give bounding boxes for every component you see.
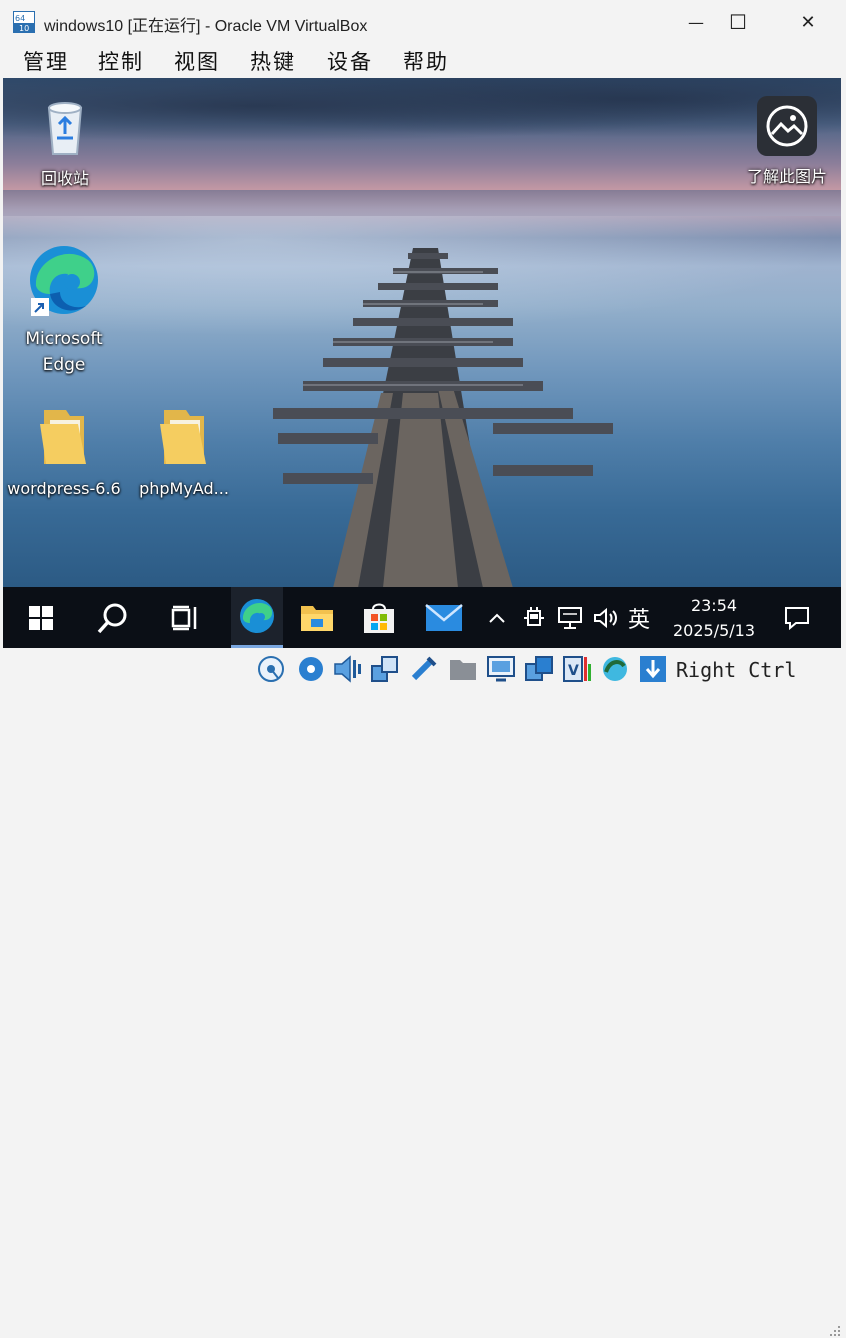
clock-time: 23:54 [690, 596, 738, 615]
search-button[interactable] [89, 587, 137, 648]
taskbar: 英 23:54 2025/5/13 [3, 587, 841, 648]
power-plug-icon [524, 606, 544, 626]
close-button[interactable]: ✕ [778, 0, 838, 44]
notification-center-button[interactable] [777, 587, 817, 648]
speaker-icon [594, 607, 617, 628]
maximize-button[interactable]: ☐ [708, 0, 768, 44]
folder-icon [40, 410, 86, 464]
notification-icon [785, 606, 809, 630]
chevron-up-icon [489, 613, 505, 623]
usb-icon[interactable] [408, 654, 438, 684]
store-icon [364, 603, 394, 633]
edge-icon [240, 599, 274, 633]
menu-control[interactable]: 控制 [98, 46, 144, 76]
wallpaper-pier [273, 248, 613, 588]
taskbar-store-button[interactable] [355, 587, 403, 648]
tray-network-button[interactable] [555, 587, 585, 648]
audio-icon[interactable] [332, 654, 362, 684]
resize-grip-icon[interactable] [826, 1322, 842, 1338]
cpu-activity-icon[interactable]: V [562, 654, 592, 684]
menu-help[interactable]: 帮助 [403, 46, 449, 76]
show-hidden-icons-button[interactable] [483, 587, 511, 648]
host-key-label: Right Ctrl [676, 658, 797, 682]
optical-drive-icon[interactable] [296, 654, 326, 684]
tray-volume-button[interactable] [591, 587, 621, 648]
desktop-icon-label: phpMyAd... [139, 479, 229, 498]
keyboard-capture-icon[interactable] [638, 654, 668, 684]
taskbar-mail-button[interactable] [419, 587, 469, 648]
wallpaper-clouds [3, 78, 841, 148]
desktop-icon-phpmyadmin-folder[interactable]: phpMyAd... [129, 406, 239, 502]
file-explorer-icon [301, 605, 333, 631]
window-title: windows10 [正在运行] - Oracle VM VirtualBox [44, 18, 368, 35]
guest-additions-icon[interactable] [600, 654, 630, 684]
desktop-icon-recycle-bin[interactable]: 回收站 [23, 94, 107, 192]
display-icon[interactable] [486, 654, 516, 684]
hard-disk-icon[interactable] [256, 654, 286, 684]
clock-date: 2025/5/13 [672, 621, 756, 640]
taskbar-file-explorer-button[interactable] [293, 587, 341, 648]
tray-power-button[interactable] [519, 587, 549, 648]
vm-display[interactable]: 回收站 了解此图片 Microsoft Edge wordpress-6.6 p… [3, 78, 841, 648]
tray-ime-indicator[interactable]: 英 [623, 587, 655, 648]
menubar: 管理 控制 视图 热键 设备 帮助 [0, 44, 846, 78]
menu-devices[interactable]: 设备 [327, 46, 373, 76]
maximize-icon: ☐ [729, 10, 747, 34]
network-adapter-icon[interactable] [370, 654, 400, 684]
menu-hotkeys[interactable]: 热键 [250, 46, 296, 76]
windows-logo-icon [29, 605, 53, 630]
svg-text:64: 64 [15, 14, 25, 23]
mail-icon [425, 603, 463, 631]
desktop-icon-edge[interactable]: Microsoft Edge [17, 242, 111, 378]
minimize-icon: — [688, 12, 704, 32]
desktop-icon-wordpress-folder[interactable]: wordpress-6.6 [5, 406, 123, 502]
recycle-bin-icon [47, 102, 83, 155]
start-button[interactable] [17, 587, 65, 648]
shared-folder-icon[interactable] [448, 654, 478, 684]
taskbar-clock[interactable]: 23:54 2025/5/13 [663, 593, 765, 643]
menu-view[interactable]: 视图 [174, 46, 220, 76]
vm-statusbar: V Right Ctrl [0, 648, 846, 1336]
recording-icon[interactable] [524, 654, 554, 684]
network-icon [558, 606, 582, 629]
search-icon [97, 603, 127, 633]
desktop-icon-label: 了解此图片 [746, 167, 827, 186]
window-titlebar[interactable]: 64 10 windows10 [正在运行] - Oracle VM Virtu… [0, 0, 846, 44]
menu-manage[interactable]: 管理 [23, 46, 69, 76]
svg-text:V: V [568, 663, 579, 679]
desktop-icon-label: 回收站 [40, 169, 89, 188]
svg-text:10: 10 [19, 24, 29, 33]
folder-icon [160, 410, 206, 464]
close-icon: ✕ [800, 11, 816, 33]
desktop-icon-learn-about-picture[interactable]: 了解此图片 [733, 96, 841, 190]
taskbar-edge-button[interactable] [231, 587, 283, 648]
task-view-icon [171, 605, 197, 630]
task-view-button[interactable] [161, 587, 209, 648]
desktop-icon-label: Microsoft Edge [25, 329, 103, 375]
desktop-icon-label: wordpress-6.6 [7, 479, 121, 498]
wallpaper-horizon [3, 190, 841, 216]
learn-about-picture-icon [757, 96, 817, 156]
virtualbox-vm-icon: 64 10 [13, 11, 35, 33]
shortcut-arrow-icon [31, 298, 49, 316]
